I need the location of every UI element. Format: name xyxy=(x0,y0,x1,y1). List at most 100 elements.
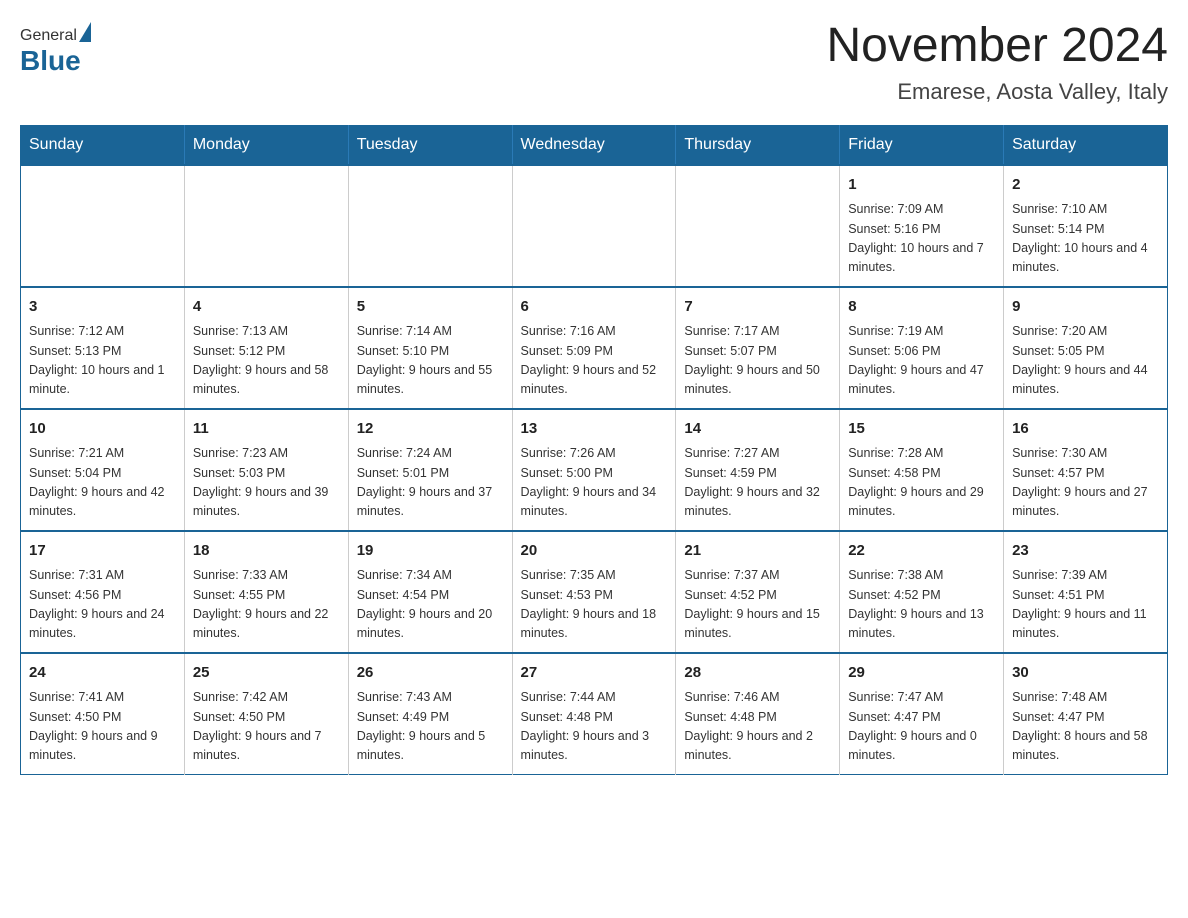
day-info: Sunrise: 7:48 AMSunset: 4:47 PMDaylight:… xyxy=(1012,688,1159,766)
day-number: 17 xyxy=(29,540,176,563)
day-info: Sunrise: 7:43 AMSunset: 4:49 PMDaylight:… xyxy=(357,688,504,766)
calendar-cell: 20 Sunrise: 7:35 AMSunset: 4:53 PMDayligh… xyxy=(512,531,676,653)
calendar-cell: 2 Sunrise: 7:10 AMSunset: 5:14 PMDaylight… xyxy=(1004,165,1168,287)
day-info: Sunrise: 7:44 AMSunset: 4:48 PMDaylight:… xyxy=(521,688,668,766)
day-number: 20 xyxy=(521,540,668,563)
day-info: Sunrise: 7:14 AMSunset: 5:10 PMDaylight:… xyxy=(357,322,504,400)
day-info: Sunrise: 7:28 AMSunset: 4:58 PMDaylight:… xyxy=(848,444,995,522)
logo-general-text: General xyxy=(20,27,77,45)
calendar-table: SundayMondayTuesdayWednesdayThursdayFrid… xyxy=(20,125,1168,775)
calendar-cell: 23 Sunrise: 7:39 AMSunset: 4:51 PMDayligh… xyxy=(1004,531,1168,653)
calendar-cell: 7 Sunrise: 7:17 AMSunset: 5:07 PMDaylight… xyxy=(676,287,840,409)
calendar-cell: 17 Sunrise: 7:31 AMSunset: 4:56 PMDayligh… xyxy=(21,531,185,653)
calendar-cell: 1 Sunrise: 7:09 AMSunset: 5:16 PMDaylight… xyxy=(840,165,1004,287)
day-number: 22 xyxy=(848,540,995,563)
day-number: 23 xyxy=(1012,540,1159,563)
day-number: 30 xyxy=(1012,662,1159,685)
day-info: Sunrise: 7:42 AMSunset: 4:50 PMDaylight:… xyxy=(193,688,340,766)
day-info: Sunrise: 7:17 AMSunset: 5:07 PMDaylight:… xyxy=(684,322,831,400)
day-number: 11 xyxy=(193,418,340,441)
day-info: Sunrise: 7:27 AMSunset: 4:59 PMDaylight:… xyxy=(684,444,831,522)
day-number: 29 xyxy=(848,662,995,685)
day-info: Sunrise: 7:10 AMSunset: 5:14 PMDaylight:… xyxy=(1012,200,1159,278)
calendar-cell: 5 Sunrise: 7:14 AMSunset: 5:10 PMDaylight… xyxy=(348,287,512,409)
calendar-cell: 4 Sunrise: 7:13 AMSunset: 5:12 PMDaylight… xyxy=(184,287,348,409)
day-number: 12 xyxy=(357,418,504,441)
day-info: Sunrise: 7:38 AMSunset: 4:52 PMDaylight:… xyxy=(848,566,995,644)
day-info: Sunrise: 7:33 AMSunset: 4:55 PMDaylight:… xyxy=(193,566,340,644)
day-info: Sunrise: 7:35 AMSunset: 4:53 PMDaylight:… xyxy=(521,566,668,644)
day-number: 15 xyxy=(848,418,995,441)
day-info: Sunrise: 7:13 AMSunset: 5:12 PMDaylight:… xyxy=(193,322,340,400)
calendar-cell: 26 Sunrise: 7:43 AMSunset: 4:49 PMDayligh… xyxy=(348,653,512,775)
calendar-week-row: 17 Sunrise: 7:31 AMSunset: 4:56 PMDayligh… xyxy=(21,531,1168,653)
day-info: Sunrise: 7:09 AMSunset: 5:16 PMDaylight:… xyxy=(848,200,995,278)
day-number: 9 xyxy=(1012,296,1159,319)
day-info: Sunrise: 7:26 AMSunset: 5:00 PMDaylight:… xyxy=(521,444,668,522)
day-info: Sunrise: 7:19 AMSunset: 5:06 PMDaylight:… xyxy=(848,322,995,400)
logo-triangle-icon xyxy=(79,22,91,42)
calendar-cell: 19 Sunrise: 7:34 AMSunset: 4:54 PMDayligh… xyxy=(348,531,512,653)
calendar-cell: 27 Sunrise: 7:44 AMSunset: 4:48 PMDayligh… xyxy=(512,653,676,775)
logo-blue-text: Blue xyxy=(20,45,81,77)
calendar-cell: 11 Sunrise: 7:23 AMSunset: 5:03 PMDayligh… xyxy=(184,409,348,531)
page-header: General Blue November 2024 Emarese, Aost… xyxy=(20,20,1168,105)
day-number: 26 xyxy=(357,662,504,685)
day-number: 2 xyxy=(1012,174,1159,197)
day-number: 28 xyxy=(684,662,831,685)
day-number: 3 xyxy=(29,296,176,319)
month-title: November 2024 xyxy=(826,20,1168,73)
calendar-cell: 12 Sunrise: 7:24 AMSunset: 5:01 PMDayligh… xyxy=(348,409,512,531)
calendar-cell xyxy=(348,165,512,287)
calendar-cell: 9Sunrise: 7:20 AMSunset: 5:05 PMDaylight… xyxy=(1004,287,1168,409)
location-title: Emarese, Aosta Valley, Italy xyxy=(826,79,1168,105)
day-number: 27 xyxy=(521,662,668,685)
calendar-cell: 25 Sunrise: 7:42 AMSunset: 4:50 PMDayligh… xyxy=(184,653,348,775)
day-number: 14 xyxy=(684,418,831,441)
calendar-cell: 16Sunrise: 7:30 AMSunset: 4:57 PMDayligh… xyxy=(1004,409,1168,531)
day-info: Sunrise: 7:21 AMSunset: 5:04 PMDaylight:… xyxy=(29,444,176,522)
weekday-header-sunday: Sunday xyxy=(21,125,185,165)
calendar-cell: 6Sunrise: 7:16 AMSunset: 5:09 PMDaylight… xyxy=(512,287,676,409)
calendar-cell xyxy=(676,165,840,287)
calendar-cell: 21 Sunrise: 7:37 AMSunset: 4:52 PMDayligh… xyxy=(676,531,840,653)
calendar-cell: 8Sunrise: 7:19 AMSunset: 5:06 PMDaylight… xyxy=(840,287,1004,409)
weekday-header-friday: Friday xyxy=(840,125,1004,165)
logo: General Blue xyxy=(20,20,93,77)
calendar-cell xyxy=(184,165,348,287)
day-number: 10 xyxy=(29,418,176,441)
day-info: Sunrise: 7:23 AMSunset: 5:03 PMDaylight:… xyxy=(193,444,340,522)
day-info: Sunrise: 7:31 AMSunset: 4:56 PMDaylight:… xyxy=(29,566,176,644)
calendar-cell: 14 Sunrise: 7:27 AMSunset: 4:59 PMDayligh… xyxy=(676,409,840,531)
weekday-header-monday: Monday xyxy=(184,125,348,165)
calendar-week-row: 3Sunrise: 7:12 AMSunset: 5:13 PMDaylight… xyxy=(21,287,1168,409)
day-number: 19 xyxy=(357,540,504,563)
day-number: 5 xyxy=(357,296,504,319)
day-info: Sunrise: 7:47 AMSunset: 4:47 PMDaylight:… xyxy=(848,688,995,766)
weekday-header-tuesday: Tuesday xyxy=(348,125,512,165)
weekday-header-thursday: Thursday xyxy=(676,125,840,165)
day-number: 1 xyxy=(848,174,995,197)
day-info: Sunrise: 7:39 AMSunset: 4:51 PMDaylight:… xyxy=(1012,566,1159,644)
weekday-header-row: SundayMondayTuesdayWednesdayThursdayFrid… xyxy=(21,125,1168,165)
calendar-cell: 3Sunrise: 7:12 AMSunset: 5:13 PMDaylight… xyxy=(21,287,185,409)
calendar-cell: 22 Sunrise: 7:38 AMSunset: 4:52 PMDayligh… xyxy=(840,531,1004,653)
calendar-cell: 18Sunrise: 7:33 AMSunset: 4:55 PMDayligh… xyxy=(184,531,348,653)
calendar-cell: 24Sunrise: 7:41 AMSunset: 4:50 PMDayligh… xyxy=(21,653,185,775)
day-number: 25 xyxy=(193,662,340,685)
day-number: 4 xyxy=(193,296,340,319)
calendar-week-row: 1 Sunrise: 7:09 AMSunset: 5:16 PMDaylight… xyxy=(21,165,1168,287)
day-number: 21 xyxy=(684,540,831,563)
title-section: November 2024 Emarese, Aosta Valley, Ita… xyxy=(826,20,1168,105)
calendar-cell xyxy=(21,165,185,287)
day-info: Sunrise: 7:46 AMSunset: 4:48 PMDaylight:… xyxy=(684,688,831,766)
day-info: Sunrise: 7:30 AMSunset: 4:57 PMDaylight:… xyxy=(1012,444,1159,522)
calendar-cell: 15 Sunrise: 7:28 AMSunset: 4:58 PMDayligh… xyxy=(840,409,1004,531)
calendar-cell: 29 Sunrise: 7:47 AMSunset: 4:47 PMDayligh… xyxy=(840,653,1004,775)
day-info: Sunrise: 7:16 AMSunset: 5:09 PMDaylight:… xyxy=(521,322,668,400)
day-info: Sunrise: 7:24 AMSunset: 5:01 PMDaylight:… xyxy=(357,444,504,522)
day-number: 7 xyxy=(684,296,831,319)
calendar-cell: 10 Sunrise: 7:21 AMSunset: 5:04 PMDayligh… xyxy=(21,409,185,531)
day-info: Sunrise: 7:37 AMSunset: 4:52 PMDaylight:… xyxy=(684,566,831,644)
day-info: Sunrise: 7:34 AMSunset: 4:54 PMDaylight:… xyxy=(357,566,504,644)
